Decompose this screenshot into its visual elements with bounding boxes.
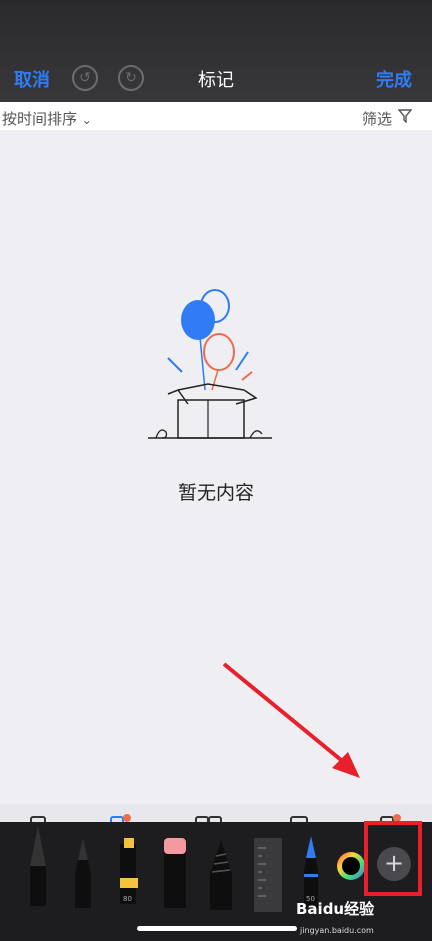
highlighter-number: 80 xyxy=(123,895,132,903)
page-title: 标记 xyxy=(198,70,234,91)
sort-dropdown[interactable]: 按时间排序 ⌄ xyxy=(2,108,92,129)
pencil-tool-icon[interactable] xyxy=(70,838,96,908)
color-picker-icon[interactable] xyxy=(335,850,367,882)
filter-button[interactable]: 筛选 xyxy=(362,108,392,129)
empty-state-text: 暂无内容 xyxy=(177,482,254,504)
red-arrow-annotation xyxy=(222,662,360,778)
filter-icon xyxy=(398,109,412,123)
chevron-down-icon: ⌄ xyxy=(81,113,92,127)
sort-label: 按时间排序 xyxy=(2,110,78,128)
done-button[interactable]: 完成 xyxy=(376,66,412,92)
sort-filter-bar: 按时间排序 ⌄ 筛选 xyxy=(0,102,432,130)
empty-balloon-box-illustration xyxy=(148,289,272,439)
eraser-tool-icon[interactable] xyxy=(160,838,190,908)
toolbar-top-strip xyxy=(0,804,432,830)
lasso-tool-icon[interactable] xyxy=(206,840,236,910)
pen-tool-icon[interactable] xyxy=(24,822,52,906)
add-tool-button[interactable]: + xyxy=(377,847,411,881)
ruler-tool-icon[interactable] xyxy=(252,838,284,912)
watermark-logo: Baidu经验 xyxy=(296,900,375,918)
home-indicator[interactable] xyxy=(137,926,297,931)
watermark-url: jingyan.baidu.com xyxy=(300,926,374,935)
